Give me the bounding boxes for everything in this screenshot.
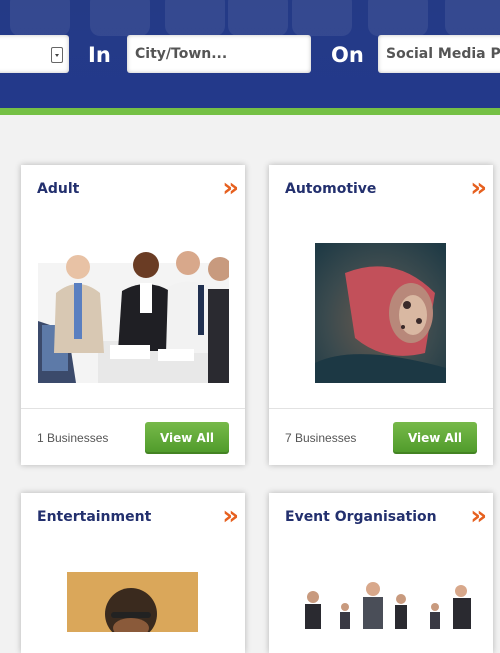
card-divider <box>269 408 493 409</box>
category-title[interactable]: Adult <box>37 181 79 197</box>
category-title[interactable]: Event Organisation <box>285 509 437 525</box>
chevron-right-icon[interactable]: » <box>222 173 239 203</box>
social-icons-background <box>0 0 500 36</box>
on-label: On <box>331 43 364 67</box>
category-card: Adult » 1 Businesses View All <box>21 165 245 465</box>
category-image[interactable] <box>285 581 477 629</box>
chevron-right-icon[interactable]: » <box>470 173 487 203</box>
social-icon <box>368 0 428 36</box>
city-input[interactable]: City/Town... <box>127 35 311 73</box>
chevron-right-icon[interactable]: » <box>222 501 239 531</box>
business-count: 1 Businesses <box>37 431 109 445</box>
keyword-select[interactable] <box>0 35 69 73</box>
facebook-icon <box>90 0 150 36</box>
wordpress-icon <box>292 0 352 36</box>
category-image[interactable] <box>315 243 446 383</box>
dropdown-icon <box>51 47 63 63</box>
header-accent-strip <box>0 108 500 115</box>
chevron-right-icon[interactable]: » <box>470 501 487 531</box>
category-title[interactable]: Automotive <box>285 181 376 197</box>
social-media-select[interactable]: Social Media Profile <box>378 35 500 73</box>
search-bar: In City/Town... On Social Media Profile <box>0 35 500 75</box>
view-all-button[interactable]: View All <box>393 422 477 454</box>
category-image[interactable] <box>67 572 198 632</box>
category-card: Automotive » 7 Businesses View All <box>269 165 493 465</box>
social-media-value: Social Media Profile <box>386 46 500 62</box>
card-divider <box>21 408 245 409</box>
category-card: Entertainment » <box>21 493 245 653</box>
social-icon <box>165 0 225 36</box>
social-icon <box>445 0 500 36</box>
view-all-button[interactable]: View All <box>145 422 229 454</box>
social-icon <box>10 0 70 36</box>
business-count: 7 Businesses <box>285 431 357 445</box>
category-card: Event Organisation » <box>269 493 493 653</box>
site-header: In City/Town... On Social Media Profile <box>0 0 500 108</box>
in-label: In <box>88 43 111 67</box>
social-icon <box>228 0 288 36</box>
category-title[interactable]: Entertainment <box>37 509 151 525</box>
category-image[interactable] <box>38 243 229 383</box>
city-placeholder: City/Town... <box>135 46 228 62</box>
